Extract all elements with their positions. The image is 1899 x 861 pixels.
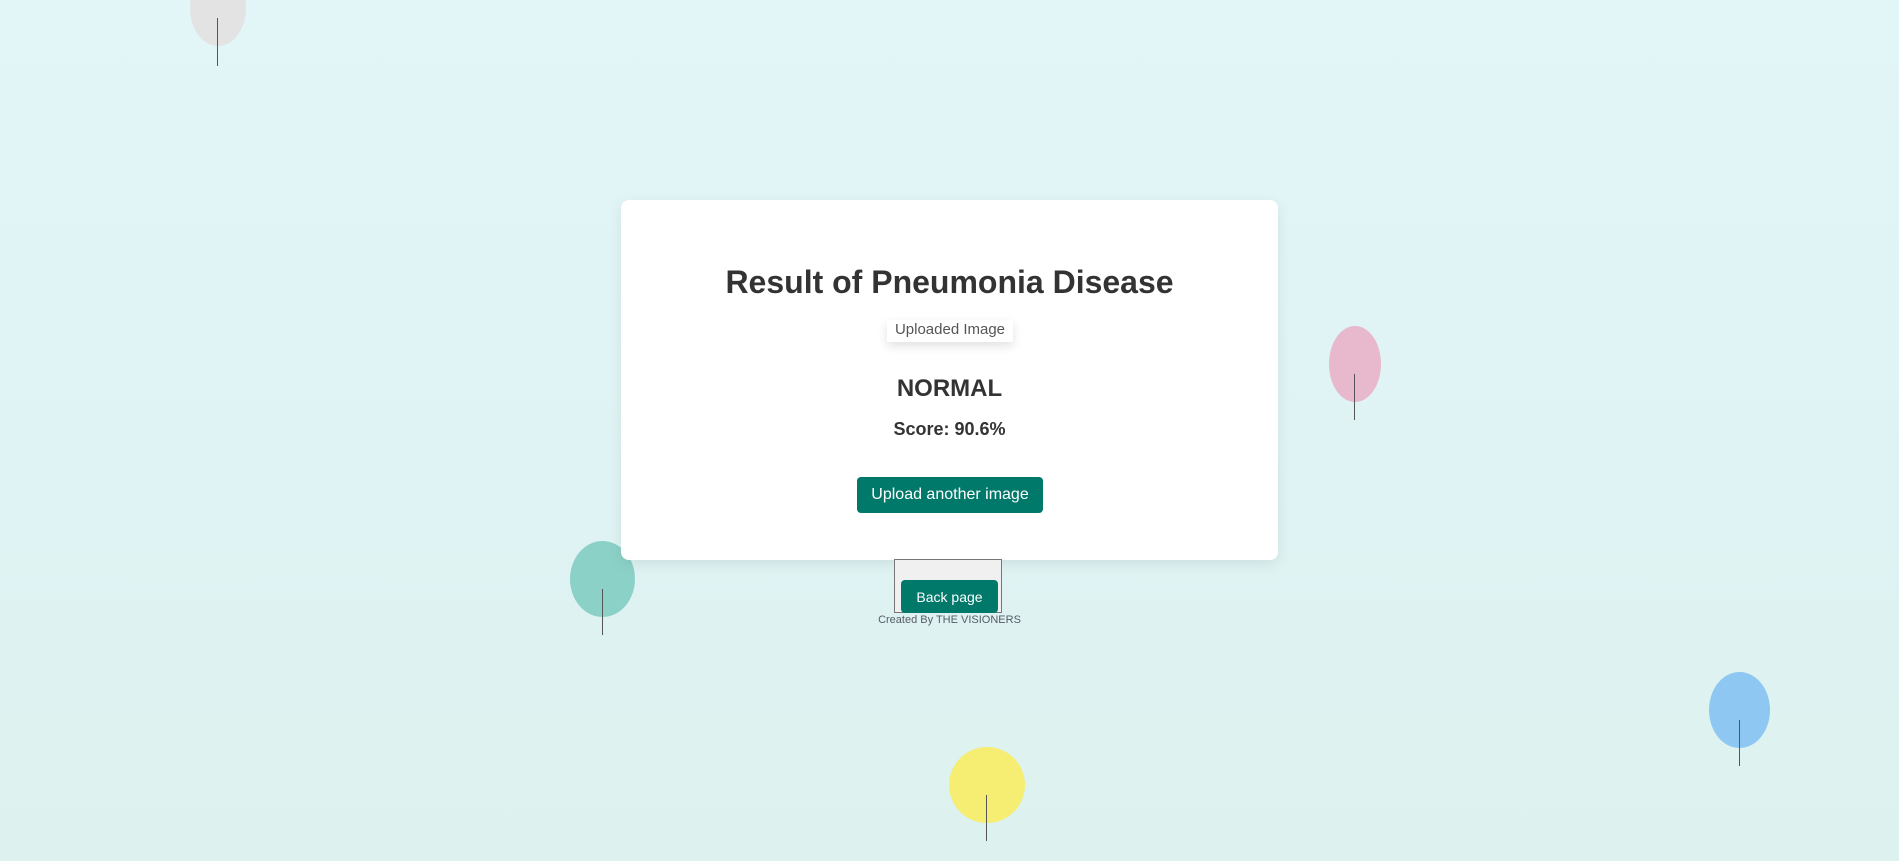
balloon-pink-string [1354, 374, 1355, 420]
upload-another-image-button[interactable]: Upload another image [857, 477, 1043, 513]
confidence-score: Score: 90.6% [893, 419, 1006, 439]
balloon-gray-string [217, 18, 218, 66]
page-title: Result of Pneumonia Disease [725, 264, 1174, 300]
balloon-pink [1329, 326, 1381, 402]
balloon-blue-string [1739, 720, 1740, 766]
back-page-button[interactable]: Back page [901, 580, 998, 613]
uploaded-image: Uploaded Image [887, 320, 1013, 342]
footer-credit: Created By THE VISIONERS [878, 614, 1021, 626]
result-card: Result of Pneumonia Disease Uploaded Ima… [621, 200, 1278, 560]
balloon-teal-string [602, 589, 603, 635]
broken-image-alt-text: Uploaded Image [894, 321, 1006, 338]
balloon-yellow [949, 747, 1025, 823]
diagnosis-result: NORMAL [896, 375, 1003, 402]
balloon-gray [190, 0, 246, 46]
balloon-yellow-string [986, 795, 987, 841]
